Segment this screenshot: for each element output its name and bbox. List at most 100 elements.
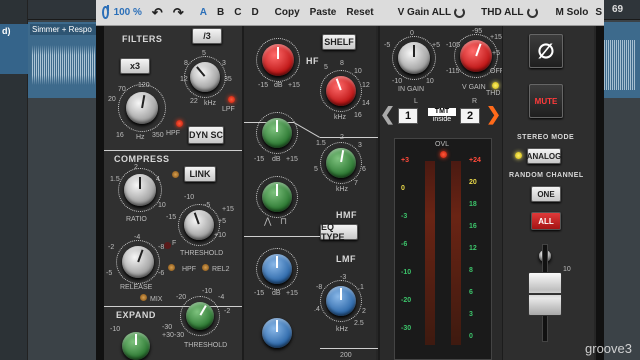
hf-gain-knob[interactable] [262, 44, 294, 76]
next-channel-icon[interactable]: ❯ [486, 104, 501, 125]
prev-channel-icon[interactable]: ❮ [380, 104, 395, 125]
m-solo-button[interactable]: M Solo [551, 7, 594, 18]
stereo-mode-label: STEREO MODE [517, 134, 575, 141]
ruler-number-right: 69 [612, 4, 624, 15]
section-divider [104, 150, 242, 151]
release-knob[interactable] [122, 246, 154, 278]
hpf-tick: 16 [116, 132, 124, 139]
channel-l-label: L [414, 98, 418, 105]
comp-thr-tick: -15 [166, 214, 177, 221]
lmf-db-label: dB [272, 290, 281, 297]
mix-led[interactable] [140, 294, 147, 301]
output-fader-handle[interactable] [528, 272, 562, 316]
meter-scale-right-tick: +24 [469, 157, 481, 164]
left-track-clip[interactable]: d) [0, 24, 28, 74]
waveform-right [602, 40, 636, 90]
channel-1-box[interactable]: 1 [398, 108, 418, 124]
preset-a-button[interactable]: A [195, 7, 212, 18]
comp-threshold-label: THRESHOLD [180, 250, 224, 257]
in-gain-knob[interactable] [398, 42, 430, 74]
section-divider [104, 306, 242, 307]
meter-scale-right-tick: 16 [469, 223, 477, 230]
hmf-gain-knob[interactable] [262, 118, 292, 148]
thd-all-toggle[interactable]: THD ALL [476, 6, 542, 18]
expand-range-knob[interactable] [122, 332, 150, 360]
in-gain-label: IN GAIN [398, 86, 425, 93]
meter-scale-right-tick: 20 [469, 179, 477, 186]
comp-thr-tick: +10 [214, 232, 226, 239]
comp-thr-tick: -5 [204, 202, 211, 209]
undo-icon[interactable]: ↶ [147, 5, 168, 21]
lmf-freq-tick: -8 [316, 284, 323, 291]
meter-scale-left-tick: -3 [401, 213, 408, 220]
power-icon[interactable] [102, 5, 109, 19]
x3-button[interactable]: x3 [120, 58, 150, 74]
hf-gain-tick: -15 [258, 82, 269, 89]
channel-strip-plugin: 100 % ↶ ↷ A B C D Copy Paste Reset V Gai… [96, 0, 604, 360]
hf-freq-knob[interactable] [326, 76, 356, 106]
plugin-edge-right [596, 26, 604, 360]
v-gain-tick: -95 [472, 28, 483, 35]
hmf-q-knob[interactable] [262, 182, 292, 212]
random-all-button[interactable]: ALL [531, 212, 561, 230]
hf-khz-label: kHz [334, 114, 347, 121]
copy-button[interactable]: Copy [270, 7, 305, 18]
hpf-tick: 20 [108, 96, 116, 103]
hmf-label: HMF [336, 210, 357, 220]
thd-all-ring-icon [526, 6, 538, 18]
thd-led[interactable] [492, 82, 499, 89]
dynamics-section: FILTERS /3 x3 20 70 120 16 350 Hz HPF 5 … [104, 26, 242, 360]
lmf-q-knob[interactable] [262, 318, 292, 348]
hmf-freq-tick: 3 [358, 142, 362, 149]
preset-c-button[interactable]: C [229, 7, 246, 18]
lpf-knob[interactable] [190, 62, 220, 92]
inside-text: inside [432, 116, 452, 123]
v-gain-knob[interactable] [460, 40, 492, 72]
lpf-tick: 22 [190, 98, 198, 105]
analog-button[interactable]: ANALOG [527, 148, 561, 164]
ovl-led [440, 151, 447, 158]
lmf-gain-tick: -15 [254, 290, 265, 297]
hf-freq-tick: 8 [340, 60, 344, 67]
lmf-khz-label: kHz [336, 326, 349, 333]
expand-tick: -4 [218, 294, 225, 301]
hf-label: HF [306, 56, 319, 66]
dyn-sc-button[interactable]: DYN SC [188, 126, 224, 144]
expand-threshold-knob[interactable] [186, 302, 214, 330]
hpf-tick: 350 [152, 132, 164, 139]
f-led [164, 242, 171, 249]
comp-threshold-knob[interactable] [184, 210, 214, 240]
eq-type-button[interactable]: EQ TYPE [320, 222, 358, 242]
channel-2-box[interactable]: 2 [460, 108, 480, 124]
redo-icon[interactable]: ↷ [168, 5, 189, 21]
hf-freq-tick: 14 [362, 100, 370, 107]
paste-button[interactable]: Paste [305, 7, 342, 18]
mute-button-frame[interactable]: MUTE [529, 84, 563, 118]
reset-button[interactable]: Reset [341, 7, 378, 18]
ratio-knob[interactable] [124, 174, 156, 206]
compress-title: COMPRESS [114, 154, 170, 164]
comp-hpf-led[interactable] [168, 264, 175, 271]
random-one-button[interactable]: ONE [531, 186, 561, 202]
shelf-button[interactable]: SHELF [322, 34, 356, 50]
zoom-level[interactable]: 100 % [109, 7, 147, 18]
ratio-tick: 10 [158, 202, 166, 209]
vgain-all-toggle[interactable]: V Gain ALL [393, 6, 471, 18]
preset-d-button[interactable]: D [246, 7, 263, 18]
link-button[interactable]: LINK [184, 166, 216, 182]
v-gain-tick: -115 [446, 68, 460, 75]
hpf-tick: 70 [118, 86, 126, 93]
link-led [172, 171, 179, 178]
waveform [32, 40, 102, 90]
preset-b-button[interactable]: B [212, 7, 229, 18]
lmf-gain-knob[interactable] [262, 254, 292, 284]
rel2-led[interactable] [202, 264, 209, 271]
phase-invert-button[interactable]: ∅ [529, 34, 563, 68]
hmf-db-label: dB [272, 156, 281, 163]
hpf-knob[interactable] [126, 92, 158, 124]
s-button[interactable]: S [593, 7, 604, 18]
div3-button[interactable]: /3 [192, 28, 222, 44]
hmf-freq-knob[interactable] [326, 148, 356, 178]
expand-tick: +30 [162, 332, 174, 339]
lmf-freq-knob[interactable] [326, 286, 356, 316]
